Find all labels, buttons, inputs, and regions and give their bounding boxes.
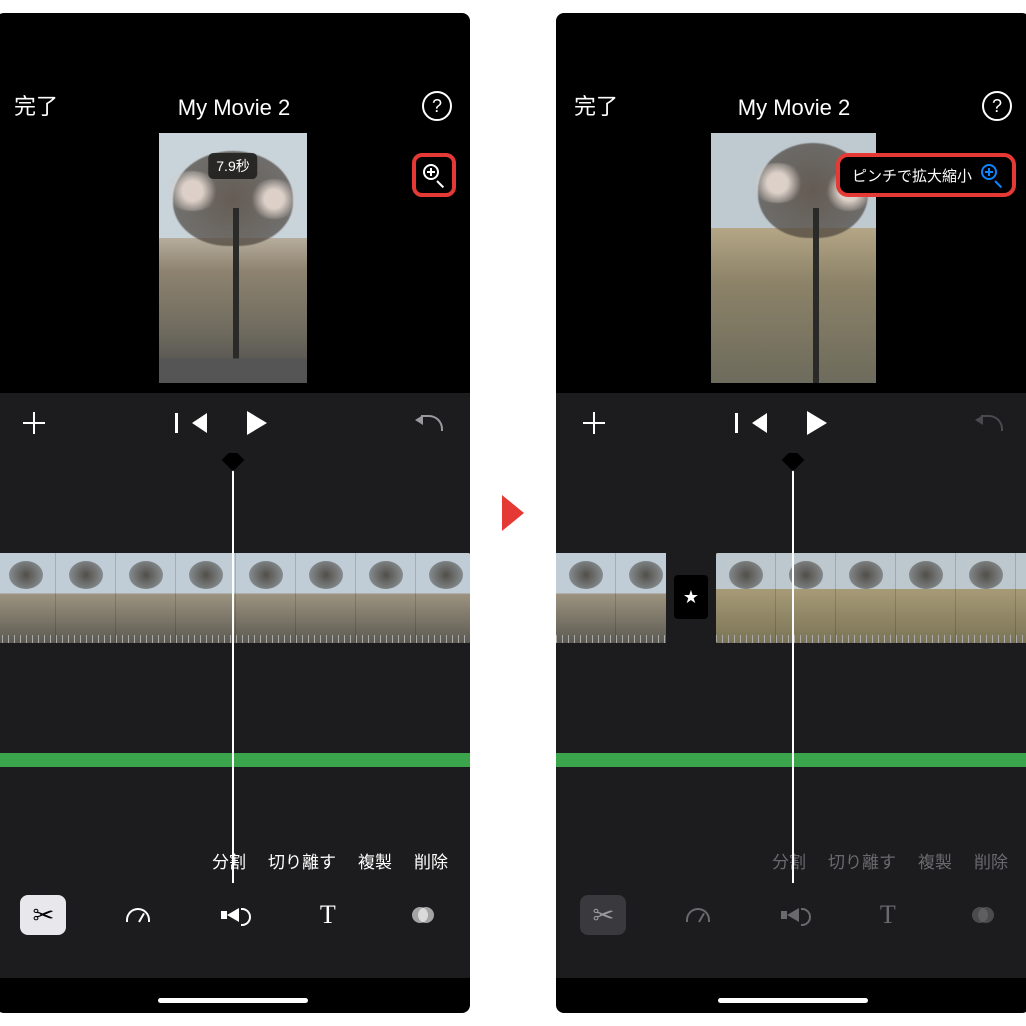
tool-filters[interactable]	[960, 895, 1006, 935]
zoom-button-highlight[interactable]	[412, 153, 456, 197]
plus-icon	[583, 412, 605, 434]
volume-icon	[227, 908, 239, 922]
undo-button	[972, 415, 1012, 431]
play-icon	[807, 411, 827, 435]
audio-track[interactable]	[556, 753, 1026, 767]
timeline[interactable]: 分割 切り離す 複製 削除	[0, 453, 470, 883]
tool-speed[interactable]	[675, 895, 721, 935]
bottom-toolbar: ✂ T	[556, 883, 1026, 978]
gauge-icon	[686, 908, 710, 922]
pinch-hint-highlight[interactable]: ピンチで拡大縮小	[836, 153, 1016, 197]
clip-ruler	[0, 635, 470, 643]
undo-icon	[421, 415, 443, 431]
transport-bar	[556, 393, 1026, 453]
filters-icon	[972, 904, 994, 926]
arrow-right-icon	[502, 495, 524, 531]
magnifier-plus-icon	[980, 163, 1004, 187]
transition-marker[interactable]: ★	[674, 575, 708, 619]
skip-back-icon	[192, 413, 207, 433]
action-split: 分割	[772, 848, 806, 873]
action-duplicate: 複製	[918, 848, 952, 873]
skip-back-icon	[752, 413, 767, 433]
action-delete[interactable]: 削除	[414, 848, 448, 873]
tool-filters[interactable]	[400, 895, 446, 935]
playhead[interactable]	[232, 453, 234, 883]
tool-titles[interactable]: T	[865, 895, 911, 935]
text-icon: T	[880, 900, 896, 930]
tool-trim[interactable]: ✂	[580, 895, 626, 935]
prev-button[interactable]	[739, 413, 779, 433]
scissors-icon: ✂	[32, 902, 54, 928]
help-icon: ?	[432, 96, 442, 117]
transport-bar	[0, 393, 470, 453]
clip-actions: 分割 切り離す 複製 削除	[0, 848, 470, 873]
project-title: My Movie 2	[606, 95, 982, 121]
add-media-button[interactable]	[574, 412, 614, 434]
tool-titles[interactable]: T	[305, 895, 351, 935]
tool-speed[interactable]	[115, 895, 161, 935]
duration-badge: 7.9秒	[208, 153, 257, 179]
tool-trim[interactable]: ✂	[20, 895, 66, 935]
transition-arrow	[498, 495, 528, 531]
undo-button[interactable]	[412, 415, 452, 431]
magnifier-plus-icon	[422, 163, 446, 187]
clip-ruler	[556, 635, 666, 643]
prev-button[interactable]	[179, 413, 219, 433]
clip-actions: 分割 切り離す 複製 削除	[556, 848, 1026, 873]
help-button[interactable]: ?	[982, 91, 1012, 121]
video-clip-selected[interactable]	[716, 553, 1026, 643]
phone-screen-left: 完了 My Movie 2 ? 7.9秒	[0, 13, 470, 1013]
header: 完了 My Movie 2 ?	[0, 13, 470, 133]
audio-track[interactable]	[0, 753, 470, 767]
filters-icon	[412, 904, 434, 926]
project-title: My Movie 2	[46, 95, 422, 121]
volume-icon	[787, 908, 799, 922]
bottom-toolbar: ✂ T	[0, 883, 470, 978]
action-delete: 削除	[974, 848, 1008, 873]
undo-icon	[981, 415, 1003, 431]
scissors-icon: ✂	[592, 902, 614, 928]
tool-volume[interactable]	[210, 895, 256, 935]
play-icon	[247, 411, 267, 435]
home-indicator[interactable]	[158, 998, 308, 1003]
gauge-icon	[126, 908, 150, 922]
timeline[interactable]: ★ 分割 切り離す 複製 削除	[556, 453, 1026, 883]
tool-volume[interactable]	[770, 895, 816, 935]
pinch-hint-label: ピンチで拡大縮小	[852, 165, 972, 186]
help-icon: ?	[992, 96, 1002, 117]
video-track[interactable]: ★	[556, 553, 1026, 643]
play-button[interactable]	[787, 411, 847, 435]
header: 完了 My Movie 2 ?	[556, 13, 1026, 133]
play-button[interactable]	[227, 411, 287, 435]
home-indicator[interactable]	[718, 998, 868, 1003]
playhead[interactable]	[792, 453, 794, 883]
action-detach[interactable]: 切り離す	[268, 848, 336, 873]
action-detach: 切り離す	[828, 848, 896, 873]
help-button[interactable]: ?	[422, 91, 452, 121]
clip-ruler	[716, 635, 1026, 643]
video-clip-1[interactable]	[556, 553, 666, 643]
video-preview[interactable]: ピンチで拡大縮小	[556, 133, 1026, 393]
video-track[interactable]	[0, 553, 470, 643]
phone-screen-right: 完了 My Movie 2 ? ピンチで拡大縮小	[556, 13, 1026, 1013]
text-icon: T	[320, 900, 336, 930]
video-preview[interactable]: 7.9秒	[0, 133, 470, 393]
add-media-button[interactable]	[14, 412, 54, 434]
action-duplicate[interactable]: 複製	[358, 848, 392, 873]
plus-icon	[23, 412, 45, 434]
action-split[interactable]: 分割	[212, 848, 246, 873]
video-clip-selected[interactable]	[0, 553, 470, 643]
star-icon: ★	[683, 587, 699, 608]
